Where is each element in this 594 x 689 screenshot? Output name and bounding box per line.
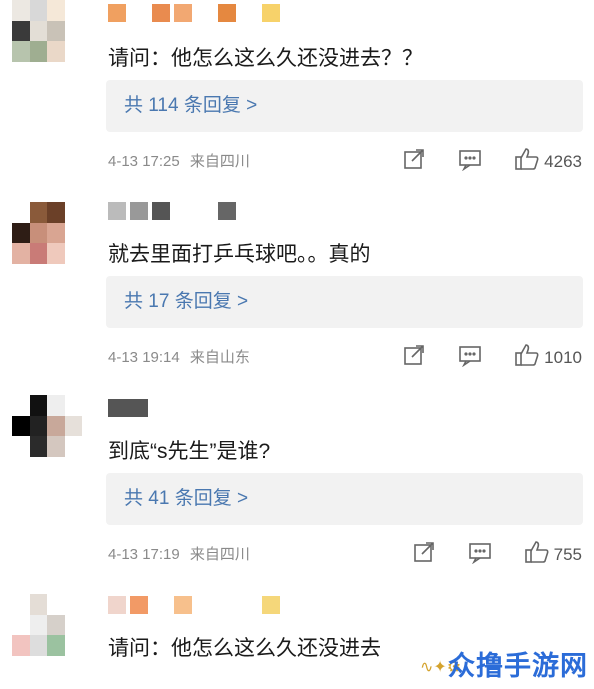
timestamp: 4-13 17:19 — [108, 546, 180, 563]
share-icon[interactable] — [402, 343, 426, 372]
comment-text: 就去里面打乒乓球吧。。真的 — [108, 243, 371, 266]
comment-meta: 4-13 17:25 来自四川 — [108, 150, 250, 171]
comment-text: 到底“s先生”是谁? — [108, 440, 271, 463]
view-replies-button[interactable]: 共 17 条回复 > — [106, 276, 583, 328]
timestamp: 4-13 19:14 — [108, 349, 180, 366]
username[interactable] — [108, 200, 236, 222]
comment-meta: 4-13 19:14 来自山东 — [108, 346, 250, 367]
username[interactable] — [108, 397, 148, 419]
comment-meta: 4-13 17:19 来自四川 — [108, 543, 250, 564]
comment-actions: 755 — [412, 539, 582, 570]
location: 来自山东 — [189, 349, 250, 366]
location: 来自四川 — [189, 546, 250, 563]
comment-icon[interactable] — [458, 343, 482, 372]
view-replies-button[interactable]: 共 41 条回复 > — [106, 473, 583, 525]
timestamp: 4-13 17:25 — [108, 153, 180, 170]
location: 来自四川 — [189, 153, 250, 170]
comment-icon[interactable] — [458, 147, 482, 176]
username[interactable] — [108, 594, 280, 616]
watermark-logo: 众撸手游网 — [448, 651, 588, 682]
comment-actions: 1010 — [402, 342, 582, 373]
comment-text: 请问：他怎么这么久还没进去 — [108, 637, 381, 660]
view-replies-button[interactable]: 共 114 条回复 > — [106, 80, 583, 132]
comment-text: 请问：他怎么这么久还没进去？？ — [108, 47, 423, 70]
like-count: 755 — [553, 544, 582, 564]
like-count: 4263 — [544, 151, 582, 171]
avatar[interactable] — [12, 202, 82, 264]
avatar[interactable] — [12, 594, 82, 656]
avatar[interactable] — [12, 395, 82, 457]
thumbs-up-icon[interactable] — [524, 539, 550, 570]
share-icon[interactable] — [402, 147, 426, 176]
comment-icon[interactable] — [468, 540, 492, 569]
thumbs-up-icon[interactable] — [514, 342, 540, 373]
like-count: 1010 — [544, 347, 582, 367]
avatar[interactable] — [12, 0, 82, 62]
comment-actions: 4263 — [402, 146, 582, 177]
thumbs-up-icon[interactable] — [514, 146, 540, 177]
share-icon[interactable] — [412, 540, 436, 569]
username[interactable] — [108, 2, 280, 24]
